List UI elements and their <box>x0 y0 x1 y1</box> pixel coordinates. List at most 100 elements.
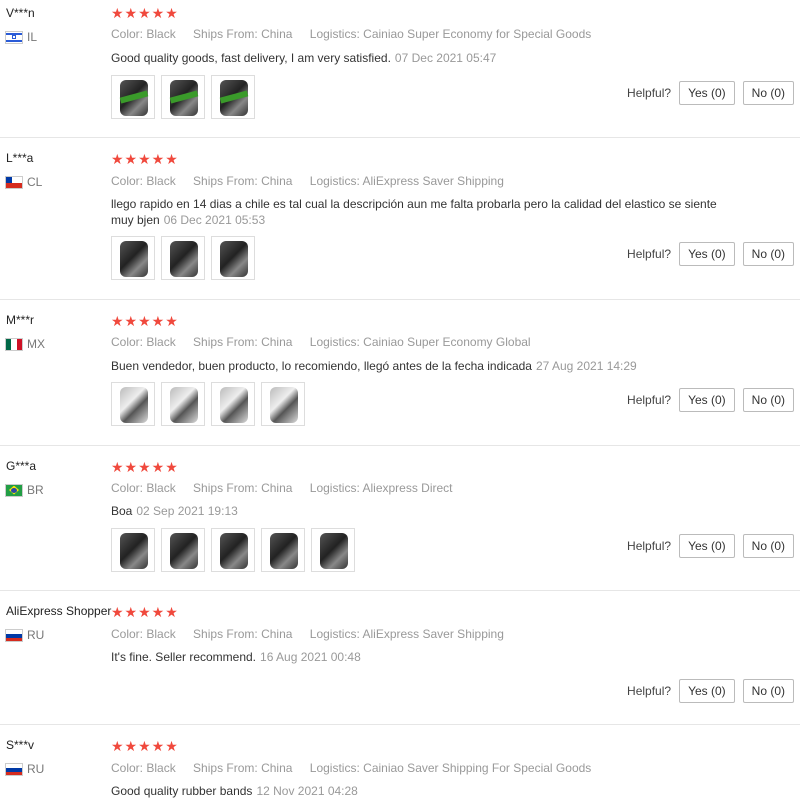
review-photo[interactable] <box>111 528 155 572</box>
reviewer-name: G***a <box>6 459 37 473</box>
color-value: Black <box>146 627 176 641</box>
helpful-yes-button[interactable]: Yes (0) <box>679 679 735 703</box>
helpful-no-button[interactable]: No (0) <box>742 534 794 558</box>
logistics-label: Logistics: <box>309 761 360 775</box>
ships-from-value: China <box>261 627 293 641</box>
review-date: 16 Aug 2021 00:48 <box>260 650 361 664</box>
helpful-controls: Helpful? Yes (0) No (0) <box>627 81 794 105</box>
review-photo[interactable] <box>161 75 205 119</box>
color-label: Color: <box>111 335 144 349</box>
review-meta: Color: Black Ships From: China Logistics… <box>111 335 545 349</box>
helpful-yes-button[interactable]: Yes (0) <box>679 388 735 412</box>
star-rating: ★★★★★ <box>111 459 179 475</box>
ships-from-value: China <box>261 481 293 495</box>
helpful-label: Helpful? <box>627 247 672 261</box>
logistics-value: Aliexpress Direct <box>362 481 453 495</box>
color-value: Black <box>146 481 176 495</box>
review-body: Good quality rubber bands <box>111 784 253 798</box>
review-photo[interactable] <box>111 236 155 280</box>
reviewer-country: RU <box>6 762 44 776</box>
star-rating: ★★★★★ <box>111 313 179 329</box>
helpful-no-button[interactable]: No (0) <box>742 81 794 105</box>
color-value: Black <box>146 335 176 349</box>
review-photos <box>111 75 255 119</box>
reviewer-country: CL <box>6 175 42 189</box>
reviewer-name: S***v <box>6 738 35 752</box>
review-date: 27 Aug 2021 14:29 <box>535 359 637 373</box>
review-photo[interactable] <box>211 382 255 426</box>
review-photo[interactable] <box>161 382 205 426</box>
logistics-value: Cainiao Saver Shipping For Special Goods <box>363 761 592 775</box>
logistics-label: Logistics: <box>309 174 360 188</box>
review-photo[interactable] <box>111 382 155 426</box>
logistics-label: Logistics: <box>309 481 360 495</box>
review-text: Good quality goods, fast delivery, I am … <box>111 50 731 66</box>
reviewer-name: M***r <box>6 313 35 327</box>
flag-mx-icon <box>6 338 22 350</box>
ships-from-value: China <box>261 174 293 188</box>
helpful-controls: Helpful? Yes (0) No (0) <box>627 242 794 266</box>
color-value: Black <box>146 761 176 775</box>
helpful-no-button[interactable]: No (0) <box>742 679 794 703</box>
helpful-yes-button[interactable]: Yes (0) <box>679 534 735 558</box>
country-code: IL <box>27 30 38 44</box>
review-item: AliExpress Shopper RU ★★★★★ Color: Black… <box>0 591 800 725</box>
review-photo[interactable] <box>211 236 255 280</box>
helpful-label: Helpful? <box>627 393 672 407</box>
color-label: Color: <box>111 761 144 775</box>
review-photo[interactable] <box>261 528 305 572</box>
country-code: CL <box>27 175 43 189</box>
flag-ru-icon <box>6 629 22 641</box>
color-label: Color: <box>111 627 144 641</box>
logistics-value: Cainiao Super Economy Global <box>363 335 531 349</box>
review-body: Good quality goods, fast delivery, I am … <box>111 51 391 65</box>
review-photo[interactable] <box>211 528 255 572</box>
ships-from-value: China <box>261 27 293 41</box>
review-photo[interactable] <box>161 236 205 280</box>
flag-br-icon <box>6 484 22 496</box>
review-text: llego rapido en 14 dias a chile es tal c… <box>111 196 731 228</box>
ships-from-label: Ships From: <box>193 761 258 775</box>
review-photo[interactable] <box>161 528 205 572</box>
review-item: S***v RU ★★★★★ Color: Black Ships From: … <box>0 725 800 805</box>
helpful-no-button[interactable]: No (0) <box>742 242 794 266</box>
review-meta: Color: Black Ships From: China Logistics… <box>111 27 605 41</box>
review-date: 06 Dec 2021 05:53 <box>163 213 266 227</box>
helpful-controls: Helpful? Yes (0) No (0) <box>627 679 794 703</box>
review-meta: Color: Black Ships From: China Logistics… <box>111 627 518 641</box>
helpful-yes-button[interactable]: Yes (0) <box>679 242 735 266</box>
helpful-controls: Helpful? Yes (0) No (0) <box>627 388 794 412</box>
helpful-label: Helpful? <box>627 539 672 553</box>
ships-from-label: Ships From: <box>193 627 258 641</box>
ships-from-label: Ships From: <box>193 174 258 188</box>
ships-from-value: China <box>261 761 293 775</box>
logistics-label: Logistics: <box>309 335 360 349</box>
ships-from-label: Ships From: <box>193 481 258 495</box>
review-item: G***a BR ★★★★★ Color: Black Ships From: … <box>0 446 800 591</box>
ships-from-value: China <box>261 335 293 349</box>
review-photo[interactable] <box>211 75 255 119</box>
review-photo[interactable] <box>111 75 155 119</box>
reviewer-country: BR <box>6 483 44 497</box>
star-rating: ★★★★★ <box>111 5 179 21</box>
helpful-controls: Helpful? Yes (0) No (0) <box>627 534 794 558</box>
reviewer-country: MX <box>6 337 45 351</box>
helpful-yes-button[interactable]: Yes (0) <box>679 81 735 105</box>
star-rating: ★★★★★ <box>111 151 179 167</box>
review-meta: Color: Black Ships From: China Logistics… <box>111 481 467 495</box>
logistics-label: Logistics: <box>309 627 360 641</box>
flag-ru-icon <box>6 763 22 775</box>
country-code: RU <box>27 628 45 642</box>
country-code: MX <box>27 337 45 351</box>
star-rating: ★★★★★ <box>111 604 179 620</box>
review-photo[interactable] <box>311 528 355 572</box>
helpful-no-button[interactable]: No (0) <box>742 388 794 412</box>
star-rating: ★★★★★ <box>111 738 179 754</box>
review-meta: Color: Black Ships From: China Logistics… <box>111 761 605 775</box>
review-date: 12 Nov 2021 04:28 <box>256 784 358 798</box>
flag-cl-icon <box>6 176 22 188</box>
review-photos <box>111 528 355 572</box>
color-label: Color: <box>111 174 144 188</box>
review-photo[interactable] <box>261 382 305 426</box>
review-photos <box>111 236 255 280</box>
